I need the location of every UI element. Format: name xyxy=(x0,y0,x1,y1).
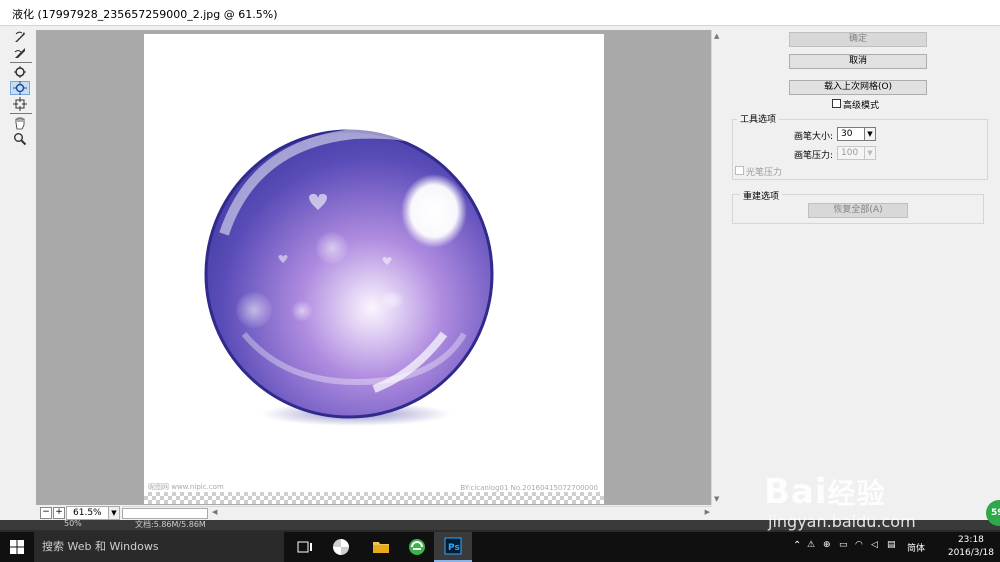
baidu-jingyan-watermark: Bai经验 jingyan.baidu.com xyxy=(760,452,1000,532)
photoshop-app-icon[interactable]: Ps xyxy=(434,532,472,562)
scroll-up-icon[interactable]: ▲ xyxy=(714,32,719,40)
windows-start-icon[interactable] xyxy=(0,532,34,562)
scroll-right-icon[interactable]: ▶ xyxy=(705,508,710,516)
brush-pressure-label: 画笔压力: xyxy=(794,151,834,161)
scroll-down-icon[interactable]: ▼ xyxy=(714,495,719,503)
clock-time: 23:18 xyxy=(957,535,984,545)
transparency-strip xyxy=(144,492,604,504)
zoom-tool-icon[interactable] xyxy=(10,132,30,146)
brush-size-label: 画笔大小: xyxy=(794,132,834,142)
stylus-pressure-label: 光笔压力 xyxy=(746,168,783,178)
watermark-left: 昵图网 www.nipic.com xyxy=(148,483,224,491)
tray-chevron-up-icon[interactable]: ⌃ xyxy=(793,540,801,551)
clock-date: 2016/3/18 xyxy=(947,548,994,558)
hand-tool-icon[interactable] xyxy=(10,116,30,130)
baidu-logo: Bai经验 xyxy=(764,472,886,512)
browser-app-icon[interactable] xyxy=(398,532,436,562)
ok-button[interactable]: 确定 xyxy=(789,32,927,47)
ps-zoom-text: 50% xyxy=(64,519,82,528)
taskbar-search-box[interactable]: 搜索 Web 和 Windows xyxy=(34,532,284,562)
wifi-icon[interactable]: ◠ xyxy=(855,540,863,550)
bloat-tool-icon[interactable] xyxy=(10,81,30,95)
options-panel: 确定 取消 载入上次网格(O) 高级模式 工具选项 画笔大小: 30 ▼ 画笔压… xyxy=(726,28,1000,506)
taskbar-clock[interactable]: 23:18 2016/3/18 xyxy=(948,534,994,560)
scroll-left-icon[interactable]: ◀ xyxy=(212,508,217,516)
task-view-icon[interactable] xyxy=(286,532,324,562)
toolbar-divider xyxy=(10,113,32,114)
toolbar-divider xyxy=(10,62,32,63)
pucker-tool-icon[interactable] xyxy=(10,65,30,79)
ps-doc-info: 文档:5.86M/5.86M xyxy=(135,520,206,529)
restore-all-button[interactable]: 恢复全部(A) xyxy=(808,203,908,218)
zoom-bar: − + 61.5% ▼ ◀ ▶ xyxy=(36,506,712,520)
tool-options-title: 工具选项 xyxy=(737,112,780,125)
title-bar: 液化 (17997928_235657259000_2.jpg @ 61.5%) xyxy=(0,0,1000,26)
crystal-ball-image xyxy=(204,128,494,426)
brush-pressure-dropdown-icon[interactable]: ▼ xyxy=(864,146,876,160)
baidu-url: jingyan.baidu.com xyxy=(768,512,916,531)
pinwheel-app-icon[interactable] xyxy=(322,532,360,562)
liquify-toolbar xyxy=(8,28,34,148)
battery-icon[interactable]: ▭ xyxy=(839,540,848,550)
reconstruct-tool-icon[interactable] xyxy=(10,46,30,60)
system-tray: ⌃ ⚠ ⊕ ▭ ◠ ◁ ▤ 简体 23:18 2016/3/18 xyxy=(785,532,1000,562)
document-image[interactable]: 昵图网 www.nipic.com BY:cicanlog01 No.20160… xyxy=(144,34,604,504)
zoom-in-button[interactable]: + xyxy=(53,507,65,519)
file-explorer-icon[interactable] xyxy=(362,532,400,562)
window-title: 液化 (17997928_235657259000_2.jpg @ 61.5%) xyxy=(12,8,278,21)
cancel-button[interactable]: 取消 xyxy=(789,54,927,69)
stylus-pressure-checkbox[interactable] xyxy=(735,166,744,175)
tray-app-icon[interactable]: ⚠ xyxy=(807,540,815,550)
horizontal-scrollbar[interactable]: ◀ ▶ xyxy=(122,506,712,520)
svg-text:Ps: Ps xyxy=(448,543,460,553)
brush-size-input[interactable]: 30 xyxy=(837,127,865,141)
push-left-tool-icon[interactable] xyxy=(10,97,30,111)
action-center-icon[interactable]: ▤ xyxy=(887,540,896,550)
load-last-mesh-button[interactable]: 载入上次网格(O) xyxy=(789,80,927,95)
watermark-right: BY:cicanlog01 No.20160415072700000 xyxy=(460,484,598,492)
advanced-mode-label: 高级模式 xyxy=(843,101,880,111)
forward-warp-tool-icon[interactable] xyxy=(10,30,30,44)
brush-size-dropdown-icon[interactable]: ▼ xyxy=(864,127,876,141)
brush-pressure-input[interactable]: 100 xyxy=(837,146,865,160)
horizontal-scroll-thumb[interactable] xyxy=(122,508,208,519)
zoom-dropdown-icon[interactable]: ▼ xyxy=(108,506,120,520)
vertical-scrollbar[interactable]: ▲ ▼ xyxy=(711,30,723,505)
reconstruct-options-title: 重建选项 xyxy=(740,189,783,202)
ime-indicator[interactable]: 简体 xyxy=(907,541,925,554)
advanced-mode-checkbox[interactable] xyxy=(832,99,841,108)
tray-plus-icon[interactable]: ⊕ xyxy=(823,540,831,550)
zoom-level-field[interactable]: 61.5% xyxy=(66,506,110,520)
zoom-out-button[interactable]: − xyxy=(40,507,52,519)
volume-icon[interactable]: ◁ xyxy=(871,540,878,550)
liquify-window: 液化 (17997928_235657259000_2.jpg @ 61.5%) xyxy=(0,0,1000,530)
windows-taskbar: 搜索 Web 和 Windows Ps ⌃ ⚠ ⊕ ▭ ◠ ◁ ▤ 简体 23:… xyxy=(0,532,1000,562)
